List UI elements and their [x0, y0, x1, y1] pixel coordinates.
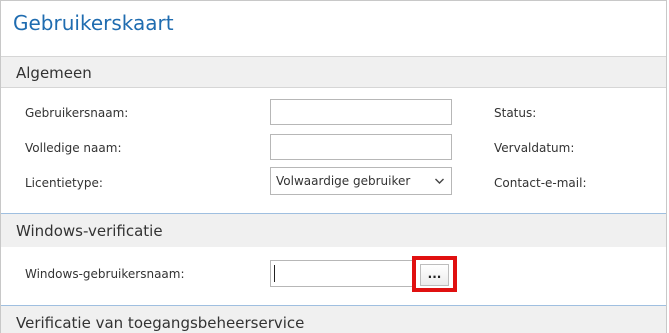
license-type-label: Licentietype:: [25, 176, 103, 190]
expiry-date-label: Vervaldatum:: [494, 141, 575, 155]
windows-username-input[interactable]: [270, 260, 412, 287]
user-card-panel: Gebruikerskaart Algemeen Gebruikersnaam:…: [0, 0, 667, 333]
chevron-down-icon[interactable]: [434, 168, 445, 204]
section-header-windows-auth[interactable]: Windows-verificatie: [1, 213, 666, 247]
full-name-input[interactable]: [270, 134, 452, 160]
browse-button[interactable]: ...: [420, 264, 449, 286]
status-label: Status:: [494, 106, 537, 120]
username-input[interactable]: [270, 99, 452, 125]
license-type-value: Volwaardige gebruiker: [276, 174, 411, 188]
page-title: Gebruikerskaart: [13, 11, 174, 35]
section-header-access-control[interactable]: Verificatie van toegangsbeheerservice: [1, 305, 666, 333]
highlight-box: ...: [412, 256, 457, 292]
full-name-label: Volledige naam:: [25, 141, 122, 155]
windows-username-label: Windows-gebruikersnaam:: [25, 267, 185, 281]
username-label: Gebruikersnaam:: [25, 106, 129, 120]
section-header-general[interactable]: Algemeen: [1, 56, 666, 88]
contact-email-label: Contact-e-mail:: [494, 176, 587, 190]
license-type-select[interactable]: Volwaardige gebruiker: [270, 167, 452, 195]
text-caret: [274, 265, 275, 282]
